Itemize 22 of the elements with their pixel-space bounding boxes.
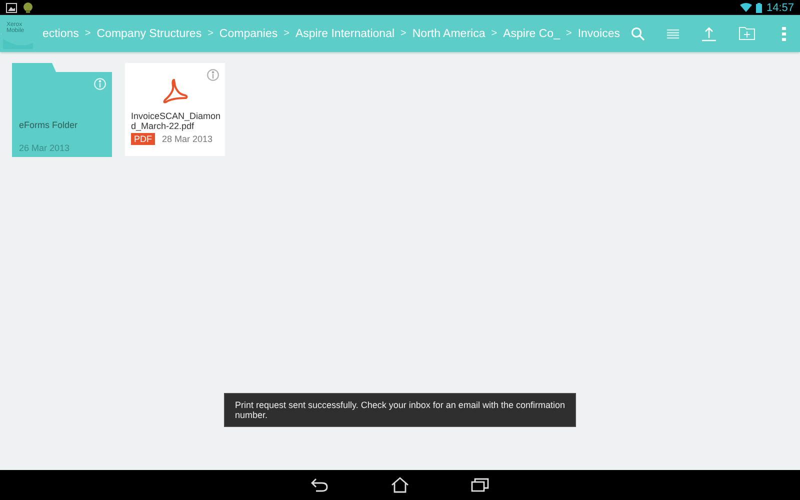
- breadcrumb-link[interactable]: Invoices: [578, 28, 620, 40]
- breadcrumb-link[interactable]: Aspire Co_: [503, 28, 560, 40]
- breadcrumb-separator: >: [208, 28, 214, 39]
- toast-message: Print request sent successfully. Check your inbox for an email with the confirmation number.: [224, 393, 576, 427]
- clock: 14:57: [766, 2, 794, 14]
- file-type-badge: PDF: [131, 133, 155, 145]
- file-tile[interactable]: InvoiceSCAN_Diamond_March-22.pdf PDF 28 Mar 2013: [125, 63, 225, 156]
- breadcrumb-separator: >: [566, 28, 572, 39]
- breadcrumb-link[interactable]: Aspire International: [295, 28, 395, 40]
- folder-name: eForms Folder: [19, 120, 79, 130]
- breadcrumb-separator: >: [491, 28, 498, 39]
- breadcrumb-link[interactable]: Companies: [219, 28, 278, 40]
- breadcrumb-separator: >: [284, 28, 290, 39]
- folder-date: 26 Mar 2013: [19, 143, 71, 153]
- breadcrumb-link[interactable]: North America: [412, 28, 486, 40]
- breadcrumb-separator: >: [84, 28, 91, 39]
- file-name: InvoiceSCAN_Diamond_March-22.pdf: [131, 111, 221, 131]
- breadcrumb-link[interactable]: ections: [42, 28, 79, 40]
- breadcrumb-link[interactable]: Company Structures: [96, 28, 202, 40]
- folder-tile[interactable]: eForms Folder 26 Mar 2013: [12, 63, 112, 157]
- breadcrumb-separator: >: [400, 28, 406, 39]
- file-date: 28 Mar 2013: [162, 134, 213, 144]
